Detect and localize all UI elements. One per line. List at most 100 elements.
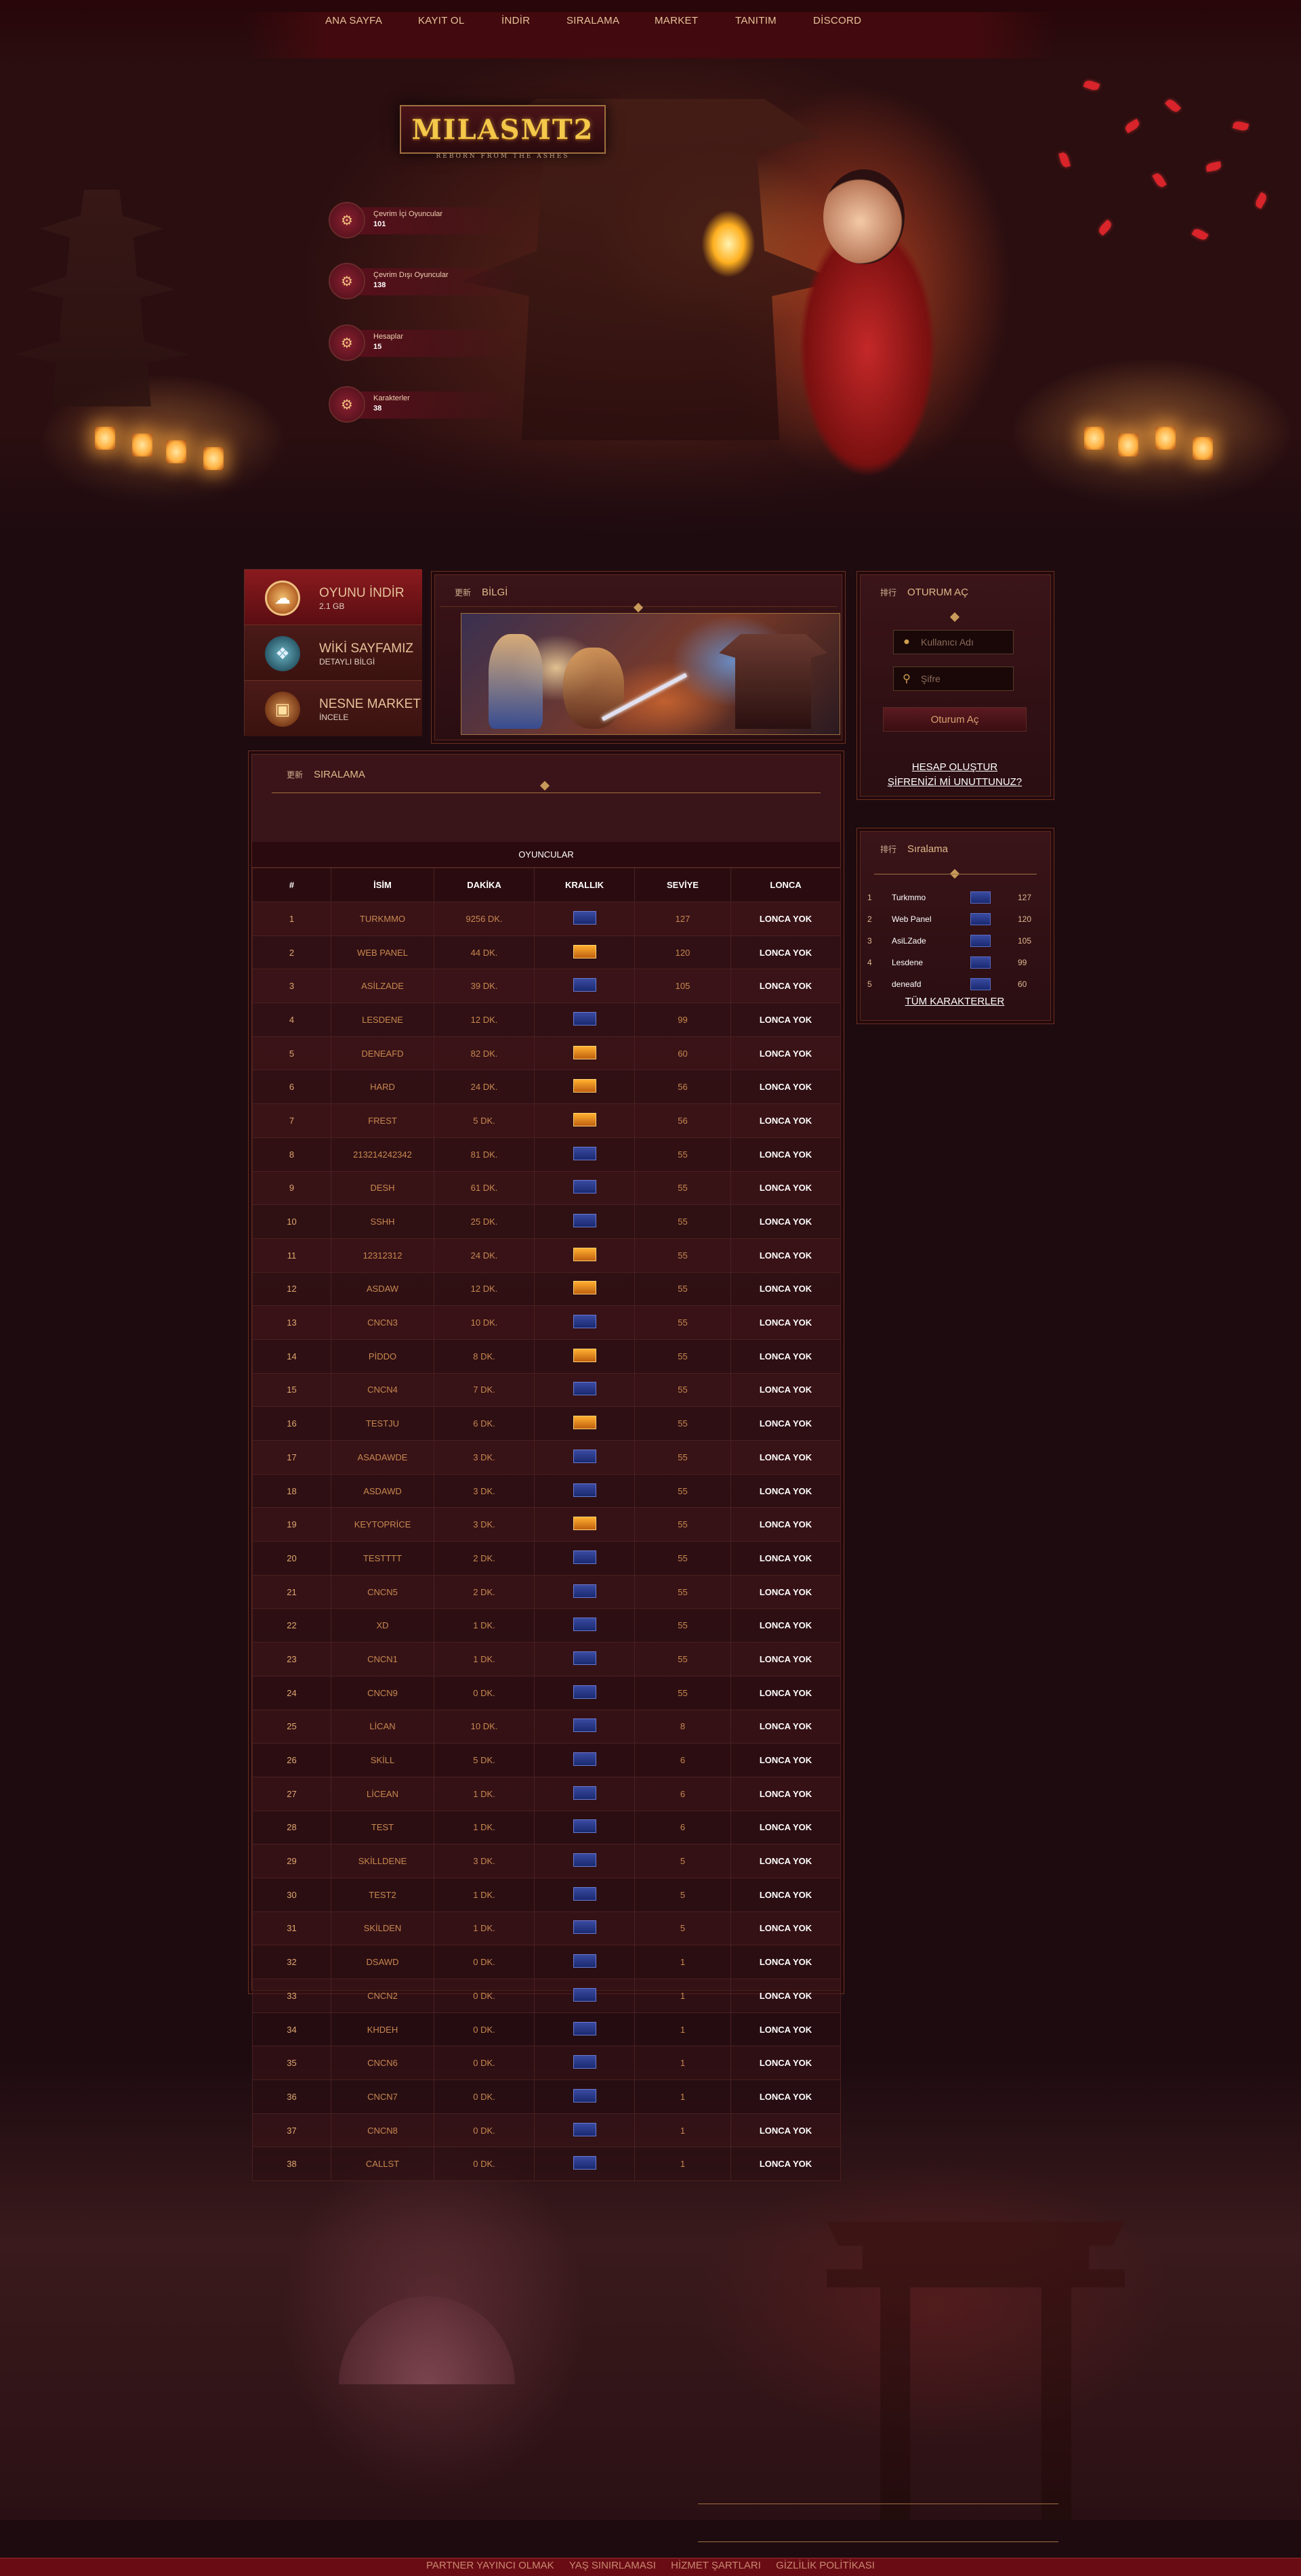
nav-home[interactable]: ANA SAYFA	[325, 15, 382, 26]
kingdom-cell	[534, 1238, 635, 1273]
player-name-cell: CNCN4	[331, 1372, 434, 1408]
table-row[interactable]: 19 KEYTOPRİCE 3 DK. 55 LONCA YOK	[252, 1507, 841, 1542]
level-cell: 55	[634, 1574, 731, 1609]
nav-discord[interactable]: DİSCORD	[813, 15, 861, 26]
player-name-cell: ASİLZADE	[331, 969, 434, 1004]
kingdom-flag-icon	[573, 1752, 596, 1767]
kingdom-flag-icon	[573, 1146, 596, 1160]
table-row[interactable]: 15 CNCN4 7 DK. 55 LONCA YOK	[252, 1372, 841, 1408]
table-row[interactable]: 20 TESTTTT 2 DK. 55 LONCA YOK	[252, 1541, 841, 1576]
table-row[interactable]: 38 CALLST 0 DK. 1 LONCA YOK	[252, 2147, 841, 2182]
table-row[interactable]: 37 CNCN8 0 DK. 1 LONCA YOK	[252, 2113, 841, 2148]
player-name-cell: CNCN5	[331, 1574, 434, 1609]
player-name-cell: CNCN3	[331, 1305, 434, 1340]
table-row[interactable]: 31 SKİLDEN 1 DK. 5 LONCA YOK	[252, 1911, 841, 1946]
rank-cell: 14	[252, 1338, 331, 1374]
table-row[interactable]: 11 12312312 24 DK. 55 LONCA YOK	[252, 1238, 841, 1273]
table-row[interactable]: 8 213214242342 81 DK. 55 LONCA YOK	[252, 1137, 841, 1172]
nav-ranking[interactable]: SIRALAMA	[566, 15, 619, 26]
table-row[interactable]: 24 CNCN9 0 DK. 55 LONCA YOK	[252, 1675, 841, 1710]
news-banner[interactable]	[461, 613, 840, 735]
side-ranking-row[interactable]: 1 Turkmmo 127	[867, 887, 1044, 908]
ranking-table: OYUNCULAR # İSİM DAKİKA KRALLIK SEVİYE L…	[252, 842, 841, 2182]
forgot-password-link[interactable]: ŞİFRENİZİ Mİ UNUTTUNUZ?	[856, 776, 1053, 788]
table-row[interactable]: 36 CNCN7 0 DK. 1 LONCA YOK	[252, 2079, 841, 2114]
side-ranking-row[interactable]: 5 deneafd 60	[867, 974, 1044, 994]
side-ranking-row[interactable]: 4 Lesdene 99	[867, 952, 1044, 973]
table-row[interactable]: 12 ASDAW 12 DK. 55 LONCA YOK	[252, 1271, 841, 1307]
guild-cell: LONCA YOK	[730, 1945, 841, 1979]
footer-terms-link[interactable]: HİZMET ŞARTLARI	[671, 2560, 761, 2571]
table-row[interactable]: 16 TESTJU 6 DK. 55 LONCA YOK	[252, 1406, 841, 1441]
table-row[interactable]: 3 ASİLZADE 39 DK. 105 LONCA YOK	[252, 969, 841, 1004]
kingdom-cell	[534, 1709, 635, 1744]
minutes-cell: 3 DK.	[434, 1844, 535, 1878]
table-row[interactable]: 14 PİDDO 8 DK. 55 LONCA YOK	[252, 1338, 841, 1374]
table-row[interactable]: 23 CNCN1 1 DK. 55 LONCA YOK	[252, 1642, 841, 1676]
table-row[interactable]: 30 TEST2 1 DK. 5 LONCA YOK	[252, 1877, 841, 1912]
table-row[interactable]: 22 XD 1 DK. 55 LONCA YOK	[252, 1608, 841, 1643]
side-ranking-row[interactable]: 3 AsiLZade 105	[867, 931, 1044, 951]
rank-cell: 8	[252, 1137, 331, 1172]
nav-intro[interactable]: TANITIM	[735, 15, 777, 26]
item-market-link[interactable]: ▣ NESNE MARKET İNCELE	[245, 681, 422, 736]
minutes-cell: 3 DK.	[434, 1507, 535, 1542]
table-row[interactable]: 4 LESDENE 12 DK. 99 LONCA YOK	[252, 1002, 841, 1037]
table-row[interactable]: 5 DENEAFD 82 DK. 60 LONCA YOK	[252, 1036, 841, 1071]
player-name-cell: CNCN7	[331, 2079, 434, 2114]
kingdom-flag-icon	[970, 956, 991, 969]
footer-partner-link[interactable]: PARTNER YAYINCI OLMAK	[426, 2560, 554, 2571]
login-button[interactable]: Oturum Aç	[883, 707, 1027, 732]
minutes-cell: 1 DK.	[434, 1642, 535, 1676]
kingdom-cell	[534, 1911, 635, 1946]
download-game-link[interactable]: ☁ OYUNU İNDİR 2.1 GB	[245, 570, 422, 625]
table-row[interactable]: 25 LİCAN 10 DK. 8 LONCA YOK	[252, 1709, 841, 1744]
table-row[interactable]: 34 KHDEH 0 DK. 1 LONCA YOK	[252, 2012, 841, 2047]
footer-age-limit-link[interactable]: YAŞ SINIRLAMASI	[569, 2560, 656, 2571]
footer-privacy-link[interactable]: GİZLİLİK POLİTİKASI	[776, 2560, 875, 2571]
table-row[interactable]: 29 SKİLLDENE 3 DK. 5 LONCA YOK	[252, 1844, 841, 1878]
table-row[interactable]: 35 CNCN6 0 DK. 1 LONCA YOK	[252, 2046, 841, 2081]
table-row[interactable]: 13 CNCN3 10 DK. 55 LONCA YOK	[252, 1305, 841, 1340]
all-characters-link[interactable]: TÜM KARAKTERLER	[856, 996, 1053, 1007]
nav-download[interactable]: İNDİR	[501, 15, 530, 26]
nav-market[interactable]: MARKET	[655, 15, 698, 26]
table-row[interactable]: 9 DESH 61 DK. 55 LONCA YOK	[252, 1170, 841, 1206]
nav-register[interactable]: KAYIT OL	[418, 15, 465, 26]
level-cell: 55	[634, 1440, 731, 1475]
side-ranking-row[interactable]: 2 Web Panel 120	[867, 909, 1044, 929]
stat-characters: ⚙ Karakterler 38	[329, 386, 532, 423]
kingdom-flag-icon	[573, 1651, 596, 1665]
minutes-cell: 10 DK.	[434, 1709, 535, 1744]
kingdom-flag-icon	[573, 1180, 596, 1194]
table-row[interactable]: 33 CNCN2 0 DK. 1 LONCA YOK	[252, 1979, 841, 2013]
table-row[interactable]: 26 SKİLL 5 DK. 6 LONCA YOK	[252, 1743, 841, 1777]
kingdom-cell	[534, 1608, 635, 1643]
player-name-cell: FREST	[331, 1103, 434, 1138]
table-row[interactable]: 21 CNCN5 2 DK. 55 LONCA YOK	[252, 1574, 841, 1609]
table-row[interactable]: 28 TEST 1 DK. 6 LONCA YOK	[252, 1810, 841, 1845]
table-row[interactable]: 2 WEB PANEL 44 DK. 120 LONCA YOK	[252, 935, 841, 970]
site-logo[interactable]: MILASMT2	[400, 105, 606, 154]
table-row[interactable]: 32 DSAWD 0 DK. 1 LONCA YOK	[252, 1945, 841, 1979]
table-row[interactable]: 1 TURKMMO 9256 DK. 127 LONCA YOK	[252, 902, 841, 936]
table-row[interactable]: 10 SSHH 25 DK. 55 LONCA YOK	[252, 1204, 841, 1239]
table-row[interactable]: 6 HARD 24 DK. 56 LONCA YOK	[252, 1070, 841, 1105]
table-row[interactable]: 17 ASADAWDE 3 DK. 55 LONCA YOK	[252, 1440, 841, 1475]
table-row[interactable]: 27 LİCEAN 1 DK. 6 LONCA YOK	[252, 1776, 841, 1811]
kingdom-cell	[534, 969, 635, 1004]
wiki-link[interactable]: ❖ WİKİ SAYFAMIZ DETAYLI BİLGİ	[245, 625, 422, 681]
rank-cell: 38	[252, 2147, 331, 2182]
kingdom-flag-icon	[573, 1449, 596, 1463]
table-row[interactable]: 18 ASDAWD 3 DK. 55 LONCA YOK	[252, 1473, 841, 1508]
minutes-cell: 1 DK.	[434, 1877, 535, 1912]
ranking-title: SIRALAMA	[314, 769, 365, 780]
minutes-cell: 39 DK.	[434, 969, 535, 1004]
table-row[interactable]: 7 FREST 5 DK. 56 LONCA YOK	[252, 1103, 841, 1138]
rank-cell: 6	[252, 1070, 331, 1105]
minutes-cell: 5 DK.	[434, 1743, 535, 1777]
kingdom-flag-icon	[573, 1685, 596, 1699]
kingdom-flag-icon	[573, 1954, 596, 1968]
rank-cell: 17	[252, 1440, 331, 1475]
create-account-link[interactable]: HESAP OLUŞTUR	[856, 761, 1053, 773]
